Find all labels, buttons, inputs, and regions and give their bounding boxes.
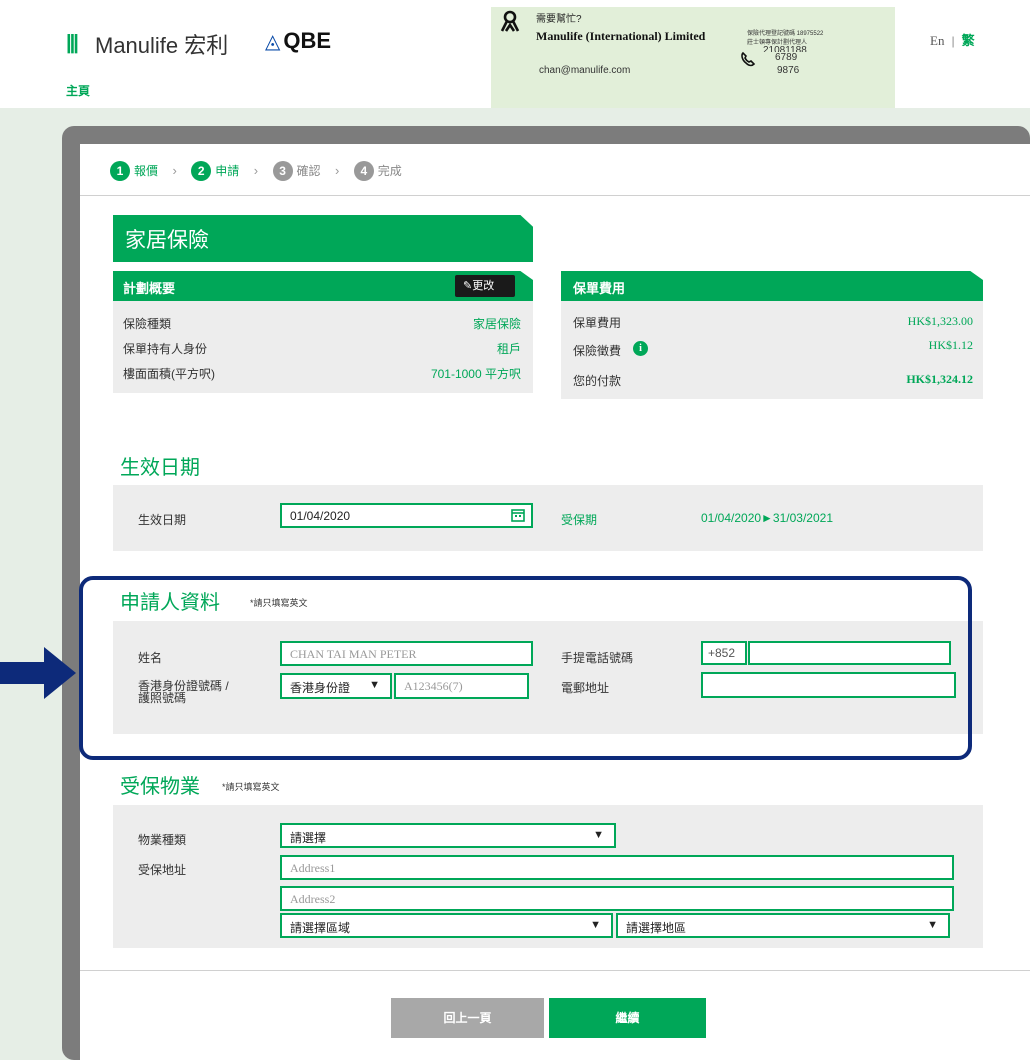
district-select[interactable]: 請選擇地區 ▼ bbox=[616, 913, 950, 938]
step-3-label: 確認 bbox=[296, 164, 321, 178]
step-2-number: 2 bbox=[191, 161, 212, 181]
address2-input[interactable]: Address2 bbox=[280, 886, 954, 911]
plan-row-value: 701-1000 平方呎 bbox=[430, 367, 521, 381]
manulife-logo-icon: ||| bbox=[66, 32, 79, 54]
property-title: 受保物業 bbox=[120, 776, 200, 798]
english-only-note: *請只填寫英文 bbox=[222, 782, 280, 792]
effective-date-value: 01/04/2020 bbox=[290, 509, 351, 523]
manulife-logo-text: Manulife 宏利 bbox=[95, 33, 229, 58]
info-icon[interactable]: i bbox=[633, 341, 648, 356]
effective-date-title: 生效日期 bbox=[120, 457, 200, 479]
step-1-number: 1 bbox=[110, 161, 130, 181]
edit-plan-button[interactable]: ✎更改 bbox=[455, 275, 515, 297]
phone-number-2: 9876 bbox=[777, 65, 800, 76]
agent-icon bbox=[500, 10, 520, 32]
breadcrumb-home-link[interactable]: 主頁 bbox=[66, 82, 90, 99]
premium-header: 保單費用 bbox=[561, 271, 983, 301]
chevron-right-icon: › bbox=[253, 163, 259, 178]
lang-separator: | bbox=[951, 33, 955, 48]
qbe-logo-text: QBE bbox=[283, 28, 332, 53]
premium-title: 保單費用 bbox=[573, 281, 626, 296]
divider bbox=[80, 970, 1030, 971]
region-select[interactable]: 請選擇區域 ▼ bbox=[280, 913, 613, 938]
property-type-select[interactable]: 請選擇 ▼ bbox=[280, 823, 616, 848]
continue-button[interactable]: 繼續 bbox=[549, 998, 706, 1038]
step-2-label: 申請 bbox=[215, 164, 240, 178]
coverage-period-value: 01/04/2020►31/03/2021 bbox=[701, 511, 833, 525]
phone-number-1: 6789 bbox=[775, 52, 798, 63]
divider bbox=[80, 195, 1030, 196]
dropdown-arrow-icon: ▼ bbox=[927, 919, 938, 931]
edit-plan-label: 更改 bbox=[472, 280, 495, 292]
premium-row-label: 保單費用 bbox=[573, 316, 622, 330]
product-title: 家居保險 bbox=[125, 229, 209, 252]
coverage-period-label: 受保期 bbox=[561, 513, 598, 527]
premium-row-value: HK$1,323.00 bbox=[907, 314, 973, 328]
phone-number-partial: 21081188 bbox=[763, 45, 807, 52]
plan-summary-title: 計劃概要 bbox=[123, 281, 176, 296]
registration-line-1: 保險代理登記號碼 18975522 bbox=[747, 31, 824, 37]
plan-row-value: 租戶 bbox=[496, 342, 521, 356]
district-value: 請選擇地區 bbox=[626, 921, 687, 935]
effective-date-section bbox=[113, 485, 983, 551]
calendar-icon[interactable] bbox=[511, 508, 525, 522]
property-type-value: 請選擇 bbox=[290, 831, 327, 845]
total-payment-value: HK$1,324.12 bbox=[906, 372, 973, 386]
phone-icon bbox=[741, 51, 756, 67]
effective-date-label: 生效日期 bbox=[138, 513, 187, 527]
progress-steps: 1 報價 › 2 申請 › 3 確認 › 4 完成 bbox=[110, 161, 402, 181]
premium-row-label: 您的付款 bbox=[573, 374, 622, 388]
language-switch: En | 繁 bbox=[930, 30, 975, 49]
qbe-logo: ◬ QBE bbox=[265, 28, 331, 54]
step-3-number: 3 bbox=[272, 161, 293, 181]
pointer-arrow-icon bbox=[0, 647, 76, 699]
company-name: Manulife (International) Limited bbox=[536, 29, 706, 43]
contact-info-box: 需要幫忙? Manulife (International) Limited 保… bbox=[491, 7, 895, 110]
plan-summary-header: 計劃概要 ✎更改 bbox=[113, 271, 533, 301]
premium-row-label: 保險徵費 bbox=[573, 344, 622, 358]
address1-input[interactable]: Address1 bbox=[280, 855, 954, 880]
dropdown-arrow-icon: ▼ bbox=[590, 919, 601, 931]
step-1-label: 報價 bbox=[134, 164, 159, 178]
lang-en-link[interactable]: En bbox=[930, 33, 944, 48]
plan-row-label: 保單持有人身份 bbox=[123, 342, 208, 356]
chevron-right-icon: › bbox=[172, 163, 177, 178]
plan-row-value: 家居保險 bbox=[472, 317, 521, 331]
help-text: 需要幫忙? bbox=[536, 14, 582, 25]
contact-email: chan@manulife.com bbox=[539, 65, 631, 76]
plan-summary-body: 保險種類 家居保險 保單持有人身份 租戶 樓面面積(平方呎) 701-1000 … bbox=[113, 301, 533, 393]
effective-date-input[interactable]: 01/04/2020 bbox=[280, 503, 533, 528]
product-title-banner: 家居保險 bbox=[113, 215, 533, 262]
highlight-box bbox=[79, 576, 972, 760]
premium-row-value: HK$1.12 bbox=[928, 338, 973, 352]
address-label: 受保地址 bbox=[138, 863, 187, 877]
step-4-label: 完成 bbox=[377, 164, 402, 178]
chevron-right-icon: › bbox=[335, 163, 340, 178]
premium-body: 保單費用 HK$1,323.00 保險徵費 i HK$1.12 您的付款 HK$… bbox=[561, 301, 983, 399]
plan-row-label: 保險種類 bbox=[123, 317, 172, 331]
pencil-icon: ✎ bbox=[463, 280, 473, 292]
back-button[interactable]: 回上一頁 bbox=[391, 998, 544, 1038]
region-value: 請選擇區域 bbox=[290, 921, 351, 935]
step-4-number: 4 bbox=[353, 161, 374, 181]
property-type-label: 物業種類 bbox=[138, 833, 187, 847]
plan-row-label: 樓面面積(平方呎) bbox=[123, 367, 215, 381]
qbe-mark-icon: ◬ bbox=[265, 31, 281, 53]
lang-zh-link[interactable]: 繁 bbox=[962, 33, 975, 48]
dropdown-arrow-icon: ▼ bbox=[593, 829, 604, 841]
